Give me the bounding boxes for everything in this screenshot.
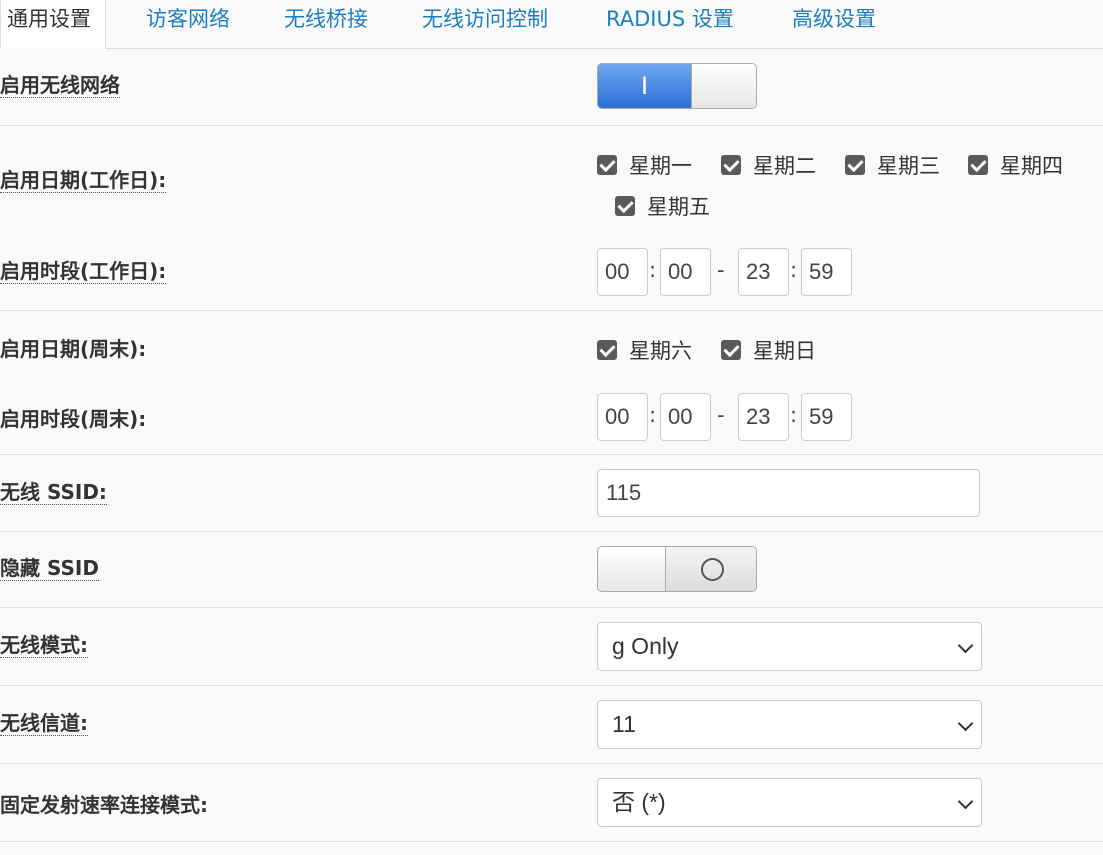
chevron-down-icon [957, 793, 974, 810]
time-colon: : [790, 258, 798, 282]
workday-start-hour-input[interactable]: 00 [597, 248, 648, 296]
checkbox-checked-icon [597, 340, 617, 360]
weekend-dates-label: 启用日期(周末): [0, 337, 147, 361]
checkbox-checked-icon [615, 196, 635, 216]
workday-time-label: 启用时段(工作日): [0, 259, 167, 284]
wireless-mode-label: 无线模式: [0, 633, 88, 658]
tab-bar: 通用设置 访客网络 无线桥接 无线访问控制 RADIUS 设置 高级设置 [0, 0, 1103, 49]
fixed-rate-value: 否 (*) [612, 789, 666, 815]
tab-wireless-bridge[interactable]: 无线桥接 [284, 0, 368, 48]
time-colon: : [649, 258, 657, 282]
tab-advanced-settings[interactable]: 高级设置 [792, 0, 876, 48]
checkbox-checked-icon [845, 155, 865, 175]
time-dash: - [717, 403, 725, 427]
weekend-end-hour-input[interactable]: 23 [738, 393, 789, 441]
weekend-end-minute-input[interactable]: 59 [801, 393, 852, 441]
wireless-mode-select[interactable]: g Only [597, 622, 982, 671]
checkbox-label: 星期一 [629, 154, 692, 178]
hide-ssid-switch[interactable] [597, 546, 757, 592]
row-wireless-mode: 无线模式: g Only [0, 608, 1103, 686]
tab-radius-settings[interactable]: RADIUS 设置 [606, 0, 734, 48]
workday-start-minute-input[interactable]: 00 [660, 248, 711, 296]
checkbox-checked-icon [721, 155, 741, 175]
checkbox-monday[interactable]: 星期一 [597, 150, 692, 180]
checkbox-label: 星期六 [629, 339, 692, 363]
row-hide-ssid: 隐藏 SSID [0, 532, 1103, 608]
ssid-input[interactable]: 115 [597, 469, 980, 517]
time-colon: : [790, 403, 798, 427]
switch-knob [598, 547, 666, 591]
checkbox-label: 星期日 [753, 339, 816, 363]
row-fixed-rate: 固定发射速率连接模式: 否 (*) [0, 764, 1103, 842]
fixed-rate-label: 固定发射速率连接模式: [0, 793, 208, 817]
row-channel: 无线信道: 11 [0, 686, 1103, 764]
checkbox-friday[interactable]: 星期五 [615, 191, 710, 221]
checkbox-sunday[interactable]: 星期日 [721, 335, 816, 365]
checkbox-wednesday[interactable]: 星期三 [845, 150, 940, 180]
row-workday-dates: 启用日期(工作日): 星期一 星期二 星期三 星期四 星期五 [0, 126, 1103, 230]
checkbox-label: 星期五 [647, 195, 710, 219]
hide-ssid-label: 隐藏 SSID [0, 556, 99, 581]
switch-on-indicator: I [598, 64, 691, 108]
checkbox-saturday[interactable]: 星期六 [597, 335, 692, 365]
tab-guest-network[interactable]: 访客网络 [146, 0, 230, 48]
workday-end-minute-input[interactable]: 59 [801, 248, 852, 296]
switch-knob [691, 64, 756, 108]
checkbox-checked-icon [968, 155, 988, 175]
weekend-start-minute-input[interactable]: 00 [660, 393, 711, 441]
checkbox-thursday[interactable]: 星期四 [968, 150, 1063, 180]
wireless-mode-value: g Only [612, 633, 679, 659]
checkbox-tuesday[interactable]: 星期二 [721, 150, 816, 180]
chevron-down-icon [957, 637, 974, 654]
channel-select[interactable]: 11 [597, 700, 982, 749]
enable-wireless-switch[interactable]: I [597, 63, 757, 109]
row-enable-wireless: 启用无线网络 I [0, 49, 1103, 126]
checkbox-label: 星期三 [877, 154, 940, 178]
fixed-rate-select[interactable]: 否 (*) [597, 778, 982, 827]
ssid-label: 无线 SSID: [0, 480, 107, 505]
tab-wireless-access-control[interactable]: 无线访问控制 [422, 0, 548, 48]
row-weekend-time: 启用时段(周末): 00 : 00 - 23 : 59 [0, 375, 1103, 455]
weekend-time-label: 启用时段(周末): [0, 407, 147, 431]
channel-label: 无线信道: [0, 711, 88, 736]
weekend-start-hour-input[interactable]: 00 [597, 393, 648, 441]
enable-wireless-label: 启用无线网络 [0, 73, 120, 98]
switch-off-indicator [666, 547, 756, 591]
checkbox-checked-icon [721, 340, 741, 360]
row-workday-time: 启用时段(工作日): 00 : 00 - 23 : 59 [0, 230, 1103, 311]
switch-off-circle-icon [701, 558, 724, 581]
chevron-down-icon [957, 715, 974, 732]
tab-general-settings[interactable]: 通用设置 [0, 0, 106, 49]
workday-dates-label: 启用日期(工作日): [0, 168, 167, 193]
row-ssid: 无线 SSID: 115 [0, 455, 1103, 532]
checkbox-checked-icon [597, 155, 617, 175]
row-weekend-dates: 启用日期(周末): 星期六 星期日 [0, 311, 1103, 375]
time-colon: : [649, 403, 657, 427]
checkbox-label: 星期二 [753, 154, 816, 178]
workday-end-hour-input[interactable]: 23 [738, 248, 789, 296]
channel-value: 11 [612, 711, 636, 737]
checkbox-label: 星期四 [1000, 154, 1063, 178]
time-dash: - [717, 258, 725, 282]
